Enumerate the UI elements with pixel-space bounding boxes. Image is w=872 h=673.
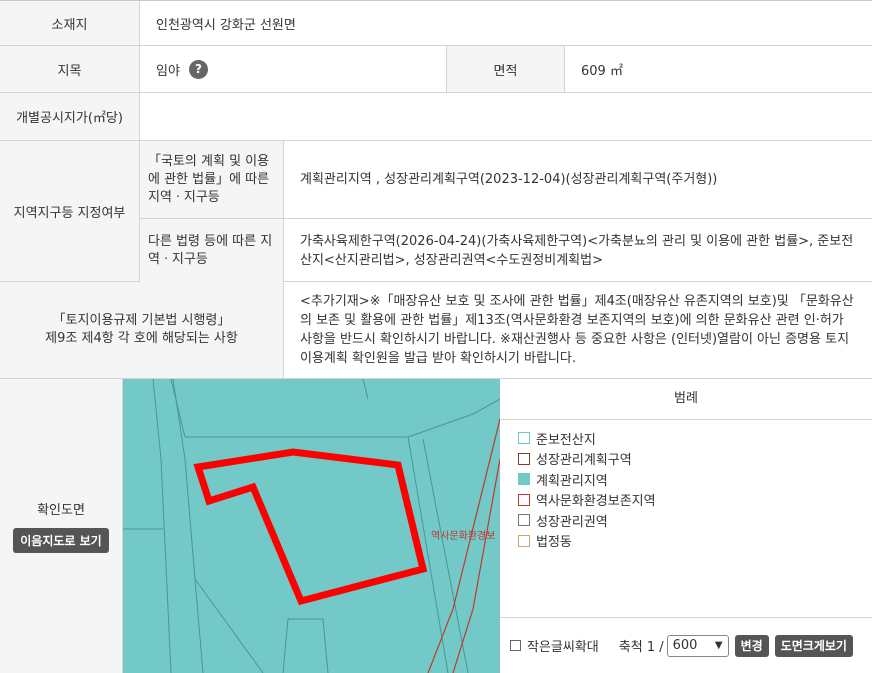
chevron-down-icon: ▼ — [714, 640, 723, 651]
zoom-text-label[interactable]: 작은글씨확대 — [527, 636, 599, 655]
land-use-plan-table: 소재지 인천광역시 강화군 선원면 지목 임야 ? 면적 609 ㎡ 개별공시지… — [0, 0, 872, 673]
legend-panel: 범례 준보전산지 성장관리계획구역 계획관리지역 역사문화환경보존지역 성장관리… — [500, 379, 872, 673]
legend-swatch-3 — [518, 493, 530, 506]
legend-item: 준보전산지 — [518, 428, 872, 449]
location-label: 소재지 — [0, 1, 140, 45]
zoning-national-value: 계획관리지역 , 성장관리계획구역(2023-12-04)(성장관리계획구역(주… — [284, 141, 872, 219]
legend-item: 법정동 — [518, 531, 872, 552]
land-category-label: 지목 — [0, 46, 140, 92]
land-category-value: 임야 — [156, 63, 180, 79]
legend-title: 범례 — [500, 379, 872, 420]
legend-list: 준보전산지 성장관리계획구역 계획관리지역 역사문화환경보존지역 성장관리권역 … — [518, 428, 872, 551]
legend-swatch-1 — [518, 452, 530, 465]
price-label: 개별공시지가(㎡당) — [0, 93, 140, 140]
regulation-row: 「토지이용규제 기본법 시행령」 제9조 제4항 각 호에 해당되는 사항 <추… — [0, 282, 872, 379]
regulation-label: 「토지이용규제 기본법 시행령」 제9조 제4항 각 호에 해당되는 사항 — [0, 282, 284, 378]
legend-item: 계획관리지역 — [518, 469, 872, 490]
price-row: 개별공시지가(㎡당) — [0, 93, 872, 141]
map-canvas: 역사문화환경보 — [123, 379, 500, 673]
zoom-text-checkbox[interactable] — [510, 640, 521, 651]
area-label: 면적 — [447, 46, 565, 92]
legend-item-label: 성장관리계획구역 — [536, 453, 632, 469]
legend-item: 성장관리권역 — [518, 510, 872, 531]
legend-swatch-5 — [518, 534, 530, 547]
map-section: 확인도면 이음지도로 보기 역사문화환경보 범례 준보전산지 성장관리계획구역 … — [0, 379, 872, 673]
history-zone-boundary-2 — [452, 458, 500, 673]
regulation-label-line2: 제9조 제4항 각 호에 해당되는 사항 — [45, 331, 238, 346]
enlarge-map-button[interactable]: 도면크게보기 — [774, 634, 853, 657]
legend-item: 역사문화환경보존지역 — [518, 490, 872, 511]
legend-item-label: 법정동 — [536, 535, 572, 551]
location-value: 인천광역시 강화군 선원면 — [156, 17, 296, 33]
help-icon[interactable]: ? — [188, 59, 208, 79]
zoning-row: 지역지구등 지정여부 「국토의 계획 및 이용에 관한 법률」에 따른 지역ㆍ지… — [0, 141, 872, 282]
location-row: 소재지 인천광역시 강화군 선원면 — [0, 1, 872, 46]
legend-swatch-4 — [518, 514, 530, 527]
zoning-other-label: 다른 법령 등에 따른 지역ㆍ지구등 — [140, 219, 284, 282]
legend-item-label: 역사문화환경보존지역 — [536, 494, 656, 510]
scale-label: 축척 1 / — [618, 640, 664, 655]
zoning-label: 지역지구등 지정여부 — [0, 141, 140, 281]
map-controls: 작은글씨확대 축척 1 / 600 ▼ 변경 도면크게보기 — [500, 617, 872, 673]
parcel-outline — [193, 448, 428, 606]
map-label-cell: 확인도면 이음지도로 보기 — [0, 379, 123, 673]
regulation-value: <추가기재>※「매장유산 보호 및 조사에 관한 법률」제4조(매장유산 유존지… — [300, 294, 854, 366]
land-category-row: 지목 임야 ? 면적 609 ㎡ — [0, 46, 872, 93]
zoning-other-value: 가축사육제한구역(2026-04-24)(가축사육제한구역)<가축분뇨의 관리 … — [300, 233, 854, 268]
legend-item: 성장관리계획구역 — [518, 449, 872, 470]
legend-item-label: 성장관리권역 — [536, 514, 608, 530]
open-eum-map-button[interactable]: 이음지도로 보기 — [13, 528, 109, 553]
legend-item-label: 준보전산지 — [536, 432, 596, 448]
map-view[interactable]: 역사문화환경보 — [123, 379, 500, 673]
map-zone-label: 역사문화환경보 — [431, 529, 495, 542]
change-scale-button[interactable]: 변경 — [734, 634, 769, 657]
map-label: 확인도면 — [37, 503, 85, 518]
area-value: 609 ㎡ — [581, 63, 623, 79]
land-category-cell: 임야 ? — [140, 46, 447, 92]
regulation-label-line1: 「토지이용규제 기본법 시행령」 — [52, 313, 231, 328]
history-zone-boundary — [427, 418, 500, 673]
scale-select[interactable]: 600 ▼ — [666, 634, 729, 657]
scale-select-value: 600 — [672, 638, 698, 653]
legend-swatch-2 — [518, 473, 530, 486]
price-value — [140, 93, 872, 140]
legend-swatch-0 — [518, 432, 530, 445]
legend-item-label: 계획관리지역 — [536, 473, 608, 489]
zoning-national-label: 「국토의 계획 및 이용에 관한 법률」에 따른 지역ㆍ지구등 — [140, 141, 284, 219]
